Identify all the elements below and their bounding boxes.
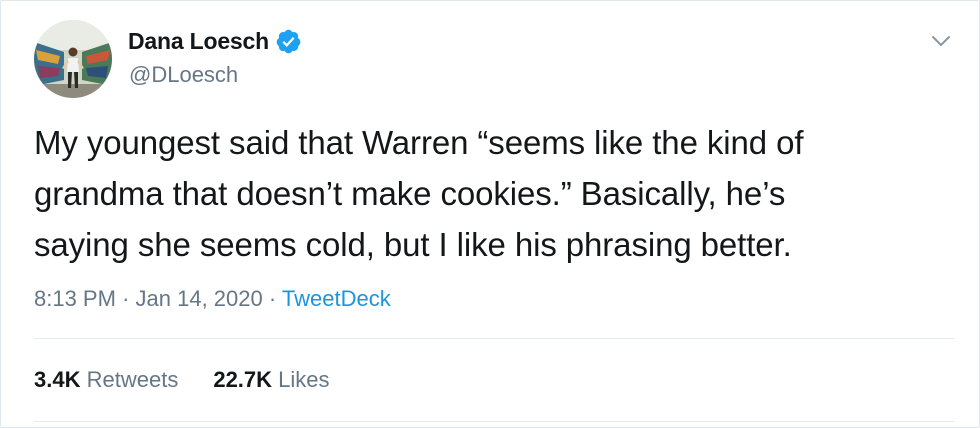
tweet-text-line: My youngest said that Warren “seems like…	[34, 124, 804, 161]
likes-label: Likes	[278, 367, 330, 392]
divider	[34, 421, 955, 422]
retweets-stat[interactable]: 3.4K Retweets	[34, 367, 178, 393]
verified-badge-icon	[275, 28, 302, 55]
tweet-time[interactable]: 8:13 PM	[34, 286, 116, 311]
display-name[interactable]: Dana Loesch	[128, 28, 269, 55]
meta-separator: ·	[122, 286, 130, 311]
tweet-metadata: 8:13 PM · Jan 14, 2020 · TweetDeck	[34, 286, 391, 312]
tweet-source-link[interactable]: TweetDeck	[282, 286, 391, 311]
likes-stat[interactable]: 22.7K Likes	[213, 367, 329, 393]
tweet-card: Dana Loesch @DLoesch My youngest said th…	[0, 0, 980, 428]
tweet-date[interactable]: Jan 14, 2020	[136, 286, 263, 311]
avatar-photo	[34, 20, 112, 98]
divider	[34, 338, 955, 339]
tweet-text: My youngest said that Warren “seems like…	[34, 117, 954, 270]
author-name-row[interactable]: Dana Loesch	[128, 28, 302, 55]
tweet-text-line: saying she seems cold, but I like his ph…	[34, 226, 792, 263]
avatar[interactable]	[34, 20, 112, 98]
chevron-down-icon[interactable]	[926, 26, 956, 56]
meta-separator: ·	[268, 286, 277, 311]
tweet-stats: 3.4K Retweets 22.7K Likes	[34, 367, 330, 393]
user-handle[interactable]: @DLoesch	[129, 62, 238, 88]
likes-count: 22.7K	[213, 367, 273, 392]
tweet-text-line: grandma that doesn’t make cookies.” Basi…	[34, 175, 786, 212]
retweets-label: Retweets	[86, 367, 179, 392]
retweets-count: 3.4K	[34, 367, 81, 392]
